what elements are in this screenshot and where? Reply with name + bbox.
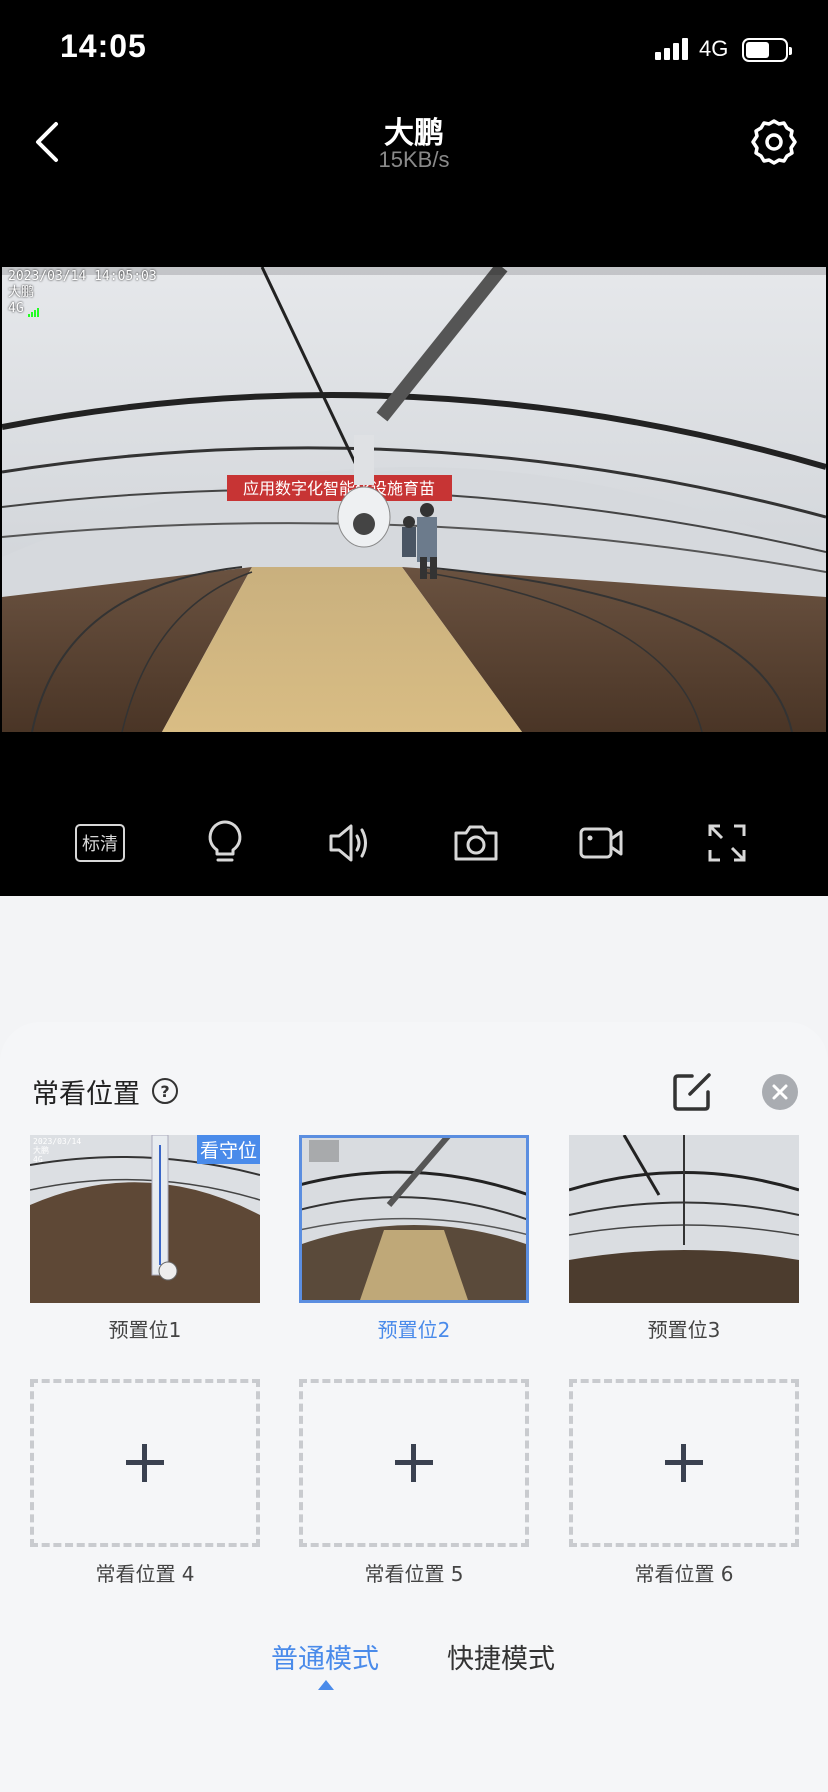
chevron-left-icon xyxy=(36,122,58,162)
network-type: 4G xyxy=(699,36,729,61)
device-title: 大鹏 xyxy=(384,116,444,151)
plus-icon xyxy=(126,1444,164,1482)
osd-signal-icon xyxy=(27,301,40,317)
camera-icon xyxy=(454,825,498,861)
preset-3-image xyxy=(569,1135,799,1303)
record-button[interactable] xyxy=(573,815,629,871)
add-position-4-button[interactable] xyxy=(30,1379,260,1547)
fullscreen-icon xyxy=(708,824,746,862)
live-video-view[interactable]: 应用数字化智能化设施育苗 2023/03/14 14:05:03 大鹏 4G xyxy=(2,267,826,732)
watch-position-badge: 看守位 xyxy=(196,1135,260,1164)
greenhouse-banner-text: 应用数字化智能化设施育苗 xyxy=(243,479,435,498)
preset-label-1: 预置位1 xyxy=(108,1318,182,1342)
settings-button[interactable] xyxy=(750,118,798,166)
bitrate-label: 15KB/s xyxy=(378,147,450,172)
status-time: 14:05 xyxy=(60,28,147,64)
edit-icon xyxy=(673,1073,711,1111)
osd-network: 4G xyxy=(8,301,157,317)
close-icon xyxy=(772,1084,788,1100)
tab-normal-mode[interactable]: 普通模式 xyxy=(271,1637,379,1676)
back-button[interactable] xyxy=(28,118,72,166)
osd-name: 大鹏 xyxy=(8,285,35,300)
player-controls: 标清 xyxy=(0,815,828,871)
add-position-5-button[interactable] xyxy=(299,1379,529,1547)
quality-button[interactable]: 标清 xyxy=(72,815,128,871)
slot-label-5: 常看位置 5 xyxy=(364,1562,464,1586)
cellular-signal-icon xyxy=(655,36,691,60)
greenhouse-video-frame: 应用数字化智能化设施育苗 xyxy=(2,267,826,732)
slot-label-6: 常看位置 6 xyxy=(634,1562,734,1586)
plus-icon xyxy=(395,1444,433,1482)
fullscreen-button[interactable] xyxy=(699,815,755,871)
preset-1-osd: 2023/03/14 大鹏 4G xyxy=(33,1137,82,1164)
snapshot-button[interactable] xyxy=(448,815,504,871)
battery-icon xyxy=(742,38,792,62)
tab-quick-mode[interactable]: 快捷模式 xyxy=(447,1637,555,1676)
preset-label-2: 预置位2 xyxy=(377,1318,451,1342)
add-position-6-button[interactable] xyxy=(569,1379,799,1547)
help-icon[interactable]: ? xyxy=(152,1078,178,1104)
audio-button[interactable] xyxy=(322,815,378,871)
osd-datetime: 2023/03/14 14:05:03 xyxy=(8,269,157,284)
video-osd: 2023/03/14 14:05:03 大鹏 4G xyxy=(8,269,157,317)
preset-2-image xyxy=(299,1135,529,1303)
preset-thumbnail-1[interactable]: 2023/03/14 大鹏 4G 看守位 xyxy=(30,1135,260,1303)
close-button[interactable] xyxy=(762,1074,798,1110)
plus-icon xyxy=(665,1444,703,1482)
preset-thumbnail-2[interactable] xyxy=(299,1135,529,1303)
active-tab-indicator xyxy=(318,1680,334,1690)
panel-title: 常看位置 xyxy=(32,1079,140,1110)
slot-label-4: 常看位置 4 xyxy=(95,1562,195,1586)
light-button[interactable] xyxy=(197,815,253,871)
preset-thumbnail-3[interactable] xyxy=(569,1135,799,1303)
light-bulb-icon xyxy=(208,820,242,862)
preset-label-3: 预置位3 xyxy=(647,1318,721,1342)
speaker-icon xyxy=(329,824,367,862)
video-record-icon xyxy=(579,827,623,859)
gear-icon xyxy=(751,119,797,165)
quality-label: 标清 xyxy=(75,824,125,862)
edit-button[interactable] xyxy=(672,1072,712,1112)
